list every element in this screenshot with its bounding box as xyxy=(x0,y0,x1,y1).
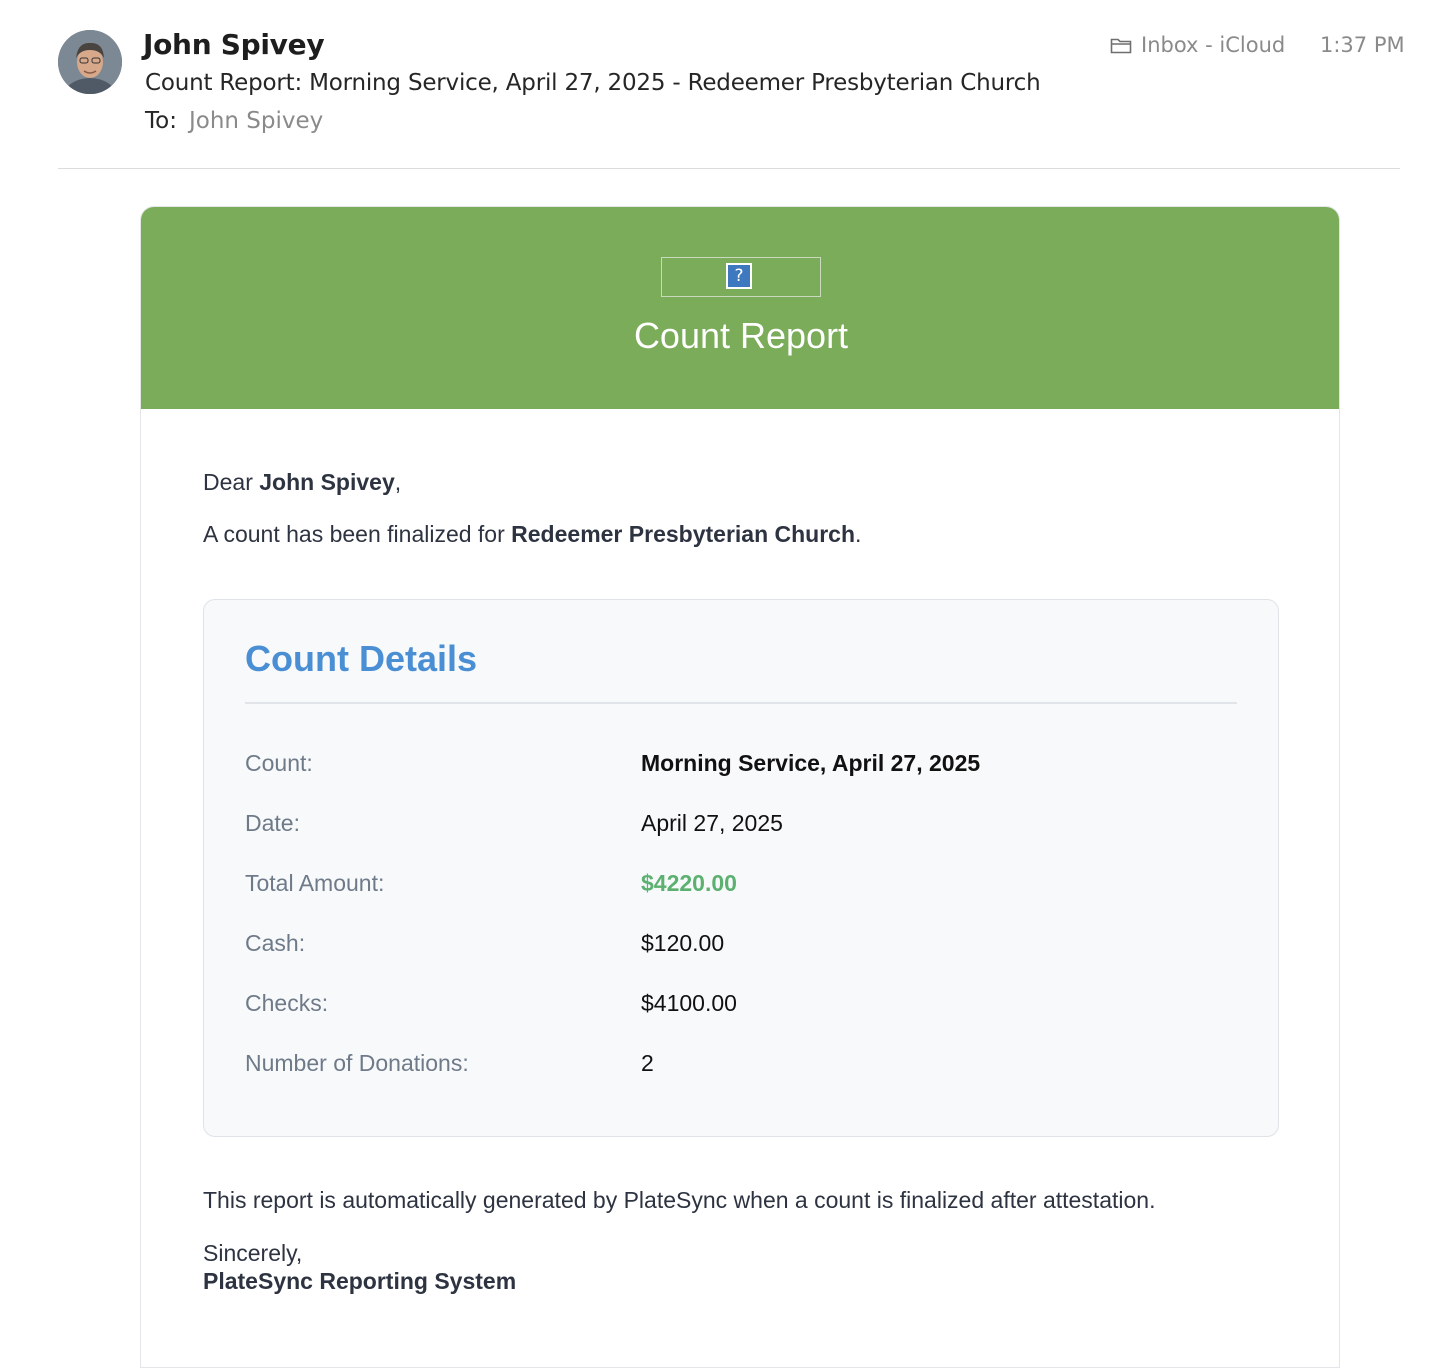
detail-value: Morning Service, April 27, 2025 xyxy=(641,750,981,776)
detail-label: Cash: xyxy=(245,930,306,956)
detail-value: $120.00 xyxy=(641,930,725,956)
report-banner: ? Count Report xyxy=(141,207,1339,409)
detail-label: Checks: xyxy=(245,990,329,1016)
greeting-prefix: Dear xyxy=(203,469,260,495)
detail-label: Total Amount: xyxy=(245,870,385,896)
intro-prefix: A count has been finalized for xyxy=(203,521,512,547)
church-name: Redeemer Presbyterian Church xyxy=(511,521,856,547)
detail-row-date: Date: April 27, 2025 xyxy=(245,810,1237,850)
email-header: John Spivey Count Report: Morning Servic… xyxy=(0,0,1440,170)
detail-value: $4100.00 xyxy=(641,990,737,1016)
details-divider xyxy=(245,702,1237,704)
detail-row-count: Count: Morning Service, April 27, 2025 xyxy=(245,750,1237,790)
detail-row-total-amount: Total Amount: $4220.00 xyxy=(245,870,1237,910)
email-body-card: ? Count Report Dear John Spivey, A count… xyxy=(140,206,1340,1368)
detail-row-cash: Cash: $120.00 xyxy=(245,930,1237,970)
signature: PlateSync Reporting System xyxy=(203,1268,517,1294)
detail-value: 2 xyxy=(641,1050,654,1076)
to-label: To: xyxy=(145,108,177,134)
detail-label: Date: xyxy=(245,810,300,836)
detail-row-donations: Number of Donations: 2 xyxy=(245,1050,1237,1090)
closing-block: Sincerely, PlateSync Reporting System xyxy=(203,1239,516,1295)
count-details-title: Count Details xyxy=(245,638,478,679)
intro-text: A count has been finalized for Redeemer … xyxy=(203,521,861,548)
email-subject: Count Report: Morning Service, April 27,… xyxy=(145,70,1041,96)
detail-label: Count: xyxy=(245,750,313,776)
sender-avatar[interactable] xyxy=(58,30,122,94)
count-details-panel: Count Details Count: Morning Service, Ap… xyxy=(203,599,1279,1137)
greeting-suffix: , xyxy=(394,469,402,495)
greeting-name: John Spivey xyxy=(259,469,395,495)
total-amount-value: $4220.00 xyxy=(641,870,737,896)
intro-suffix: . xyxy=(855,521,862,547)
detail-label: Number of Donations: xyxy=(245,1050,469,1076)
closing-text: Sincerely, xyxy=(203,1240,303,1266)
detail-row-checks: Checks: $4100.00 xyxy=(245,990,1237,1030)
footer-note: This report is automatically generated b… xyxy=(203,1187,1156,1213)
recipient-name[interactable]: John Spivey xyxy=(189,108,323,134)
received-time: 1:37 PM xyxy=(1320,33,1405,57)
detail-value: April 27, 2025 xyxy=(641,810,783,836)
recipient-row: To: John Spivey xyxy=(145,108,323,134)
banner-title: Count Report xyxy=(633,315,849,356)
sender-name[interactable]: John Spivey xyxy=(143,28,325,61)
mailbox-name: Inbox - iCloud xyxy=(1141,33,1286,57)
broken-logo-image: ? xyxy=(661,257,821,297)
mailbox-location[interactable]: Inbox - iCloud xyxy=(1110,33,1285,57)
header-divider xyxy=(58,168,1400,169)
greeting: Dear John Spivey, xyxy=(203,469,401,496)
folder-icon xyxy=(1110,38,1132,53)
missing-image-icon: ? xyxy=(726,263,752,289)
